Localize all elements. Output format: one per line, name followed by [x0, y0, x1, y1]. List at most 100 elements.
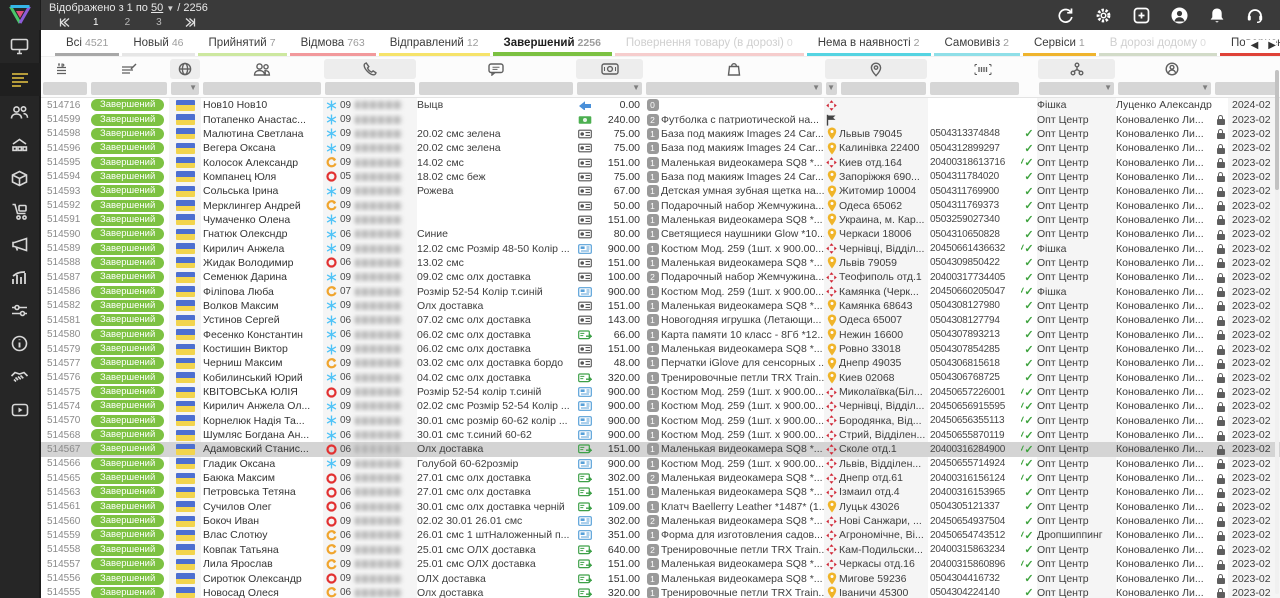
- order-row[interactable]: 514579ЗавершенийКостишин Виктор0906.02 с…: [41, 342, 1280, 356]
- add-order-button[interactable]: [1122, 0, 1160, 30]
- tab-10[interactable]: Сервіси1: [1023, 33, 1096, 56]
- order-row[interactable]: 514563ЗавершенийПетровська Тетяна0627.01…: [41, 485, 1280, 499]
- sidebar-item-info[interactable]: [0, 327, 40, 360]
- payment-filter-select[interactable]: ▼: [577, 82, 642, 95]
- order-row[interactable]: 514570ЗавершенийКорнелюк Надія Та...0930…: [41, 414, 1280, 428]
- id-column-header[interactable]: [42, 59, 88, 79]
- order-row[interactable]: 514557ЗавершенийЛила Ярослав0925.01 смс …: [41, 557, 1280, 571]
- type-column-header[interactable]: [1038, 59, 1115, 79]
- scrollbar-thumb[interactable]: [1275, 70, 1279, 190]
- phone-filter-input[interactable]: [325, 82, 415, 95]
- type-filter-select[interactable]: ▼: [1039, 82, 1114, 95]
- sidebar-item-procurement[interactable]: [0, 195, 40, 228]
- tab-8[interactable]: Нема в наявності2: [807, 33, 931, 56]
- sidebar-item-orders[interactable]: [0, 63, 40, 96]
- customer-column-header[interactable]: [202, 59, 322, 79]
- tab-9[interactable]: Самовивіз2: [934, 33, 1020, 56]
- order-row[interactable]: 514581ЗавершенийУстинов Сергей0607.02 см…: [41, 313, 1280, 327]
- order-row[interactable]: 514561ЗавершенийСучилов Олег0630.01 смс …: [41, 500, 1280, 514]
- tab-2[interactable]: Новый46: [122, 33, 194, 56]
- order-row[interactable]: 514716ЗавершенийНов10 Нов1009Выцв0.000Фі…: [41, 98, 1280, 112]
- order-row[interactable]: 514575ЗавершенийКВІТОВСЬКА ЮЛІЯ09Розмір …: [41, 385, 1280, 399]
- support-button[interactable]: [1236, 0, 1274, 30]
- order-row[interactable]: 514556ЗавершенийСиротюк Олександр09ОЛХ д…: [41, 571, 1280, 585]
- order-row[interactable]: 514595ЗавершенийКолосок Александр0914.02…: [41, 155, 1280, 169]
- sidebar-item-products[interactable]: [0, 162, 40, 195]
- sidebar-item-settings[interactable]: [0, 294, 40, 327]
- payment-column-header[interactable]: [576, 59, 643, 79]
- refresh-button[interactable]: [1046, 0, 1084, 30]
- profile-button[interactable]: [1160, 0, 1198, 30]
- source-filter-select[interactable]: ▼: [171, 82, 199, 95]
- order-row[interactable]: 514591ЗавершенийЧумаченко Олена09151.001…: [41, 213, 1280, 227]
- order-row[interactable]: 514565ЗавершенийБаюка Максим0627.01 смс …: [41, 471, 1280, 485]
- order-row[interactable]: 514566ЗавершенийГладик Оксана09Голубой 6…: [41, 457, 1280, 471]
- per-page-dropdown[interactable]: 50: [151, 2, 163, 14]
- tab-11[interactable]: В дорозі додому0: [1099, 33, 1217, 56]
- order-row[interactable]: 514577ЗавершенийЧерниш Максим0903.02 смс…: [41, 356, 1280, 370]
- tab-3[interactable]: Прийнятий7: [198, 33, 287, 56]
- sidebar-item-marketing[interactable]: [0, 228, 40, 261]
- date-column-header[interactable]: [1229, 59, 1279, 79]
- order-row[interactable]: 514587ЗавершенийСеменюк Дарина0909.02 см…: [41, 270, 1280, 284]
- order-row[interactable]: 514599ЗавершенийПотапенко Анастас...0924…: [41, 112, 1280, 126]
- notifications-button[interactable]: [1198, 0, 1236, 30]
- customer-filter-input[interactable]: [203, 82, 321, 95]
- manager-filter-select[interactable]: ▼: [1118, 82, 1211, 95]
- order-row[interactable]: 514598ЗавершенийМалютина Светлана0920.02…: [41, 127, 1280, 141]
- order-row[interactable]: 514594ЗавершенийКомпанец Юля0518.02 смс …: [41, 170, 1280, 184]
- order-row[interactable]: 514593ЗавершенийСольська Ірина09Рожева67…: [41, 184, 1280, 198]
- tab-7[interactable]: Повернення товару (в дорозі)0: [615, 33, 804, 56]
- ttn-column-header[interactable]: [929, 59, 1036, 79]
- id-filter-input[interactable]: [43, 82, 87, 95]
- tab-4[interactable]: Відмова763: [290, 33, 376, 56]
- order-row[interactable]: 514559ЗавершенийВлас Слотюу0626.01 смс 1…: [41, 528, 1280, 542]
- order-row[interactable]: 514590ЗавершенийГнатюк Олексндр06Синие80…: [41, 227, 1280, 241]
- order-row[interactable]: 514589ЗавершенийКирилич Анжела0912.02 см…: [41, 241, 1280, 255]
- date-filter-input[interactable]: [1215, 82, 1278, 95]
- app-logo-icon[interactable]: [0, 0, 40, 30]
- order-row[interactable]: 514555ЗавершенийНовосад Олеся06Олх доста…: [41, 586, 1280, 598]
- comment-column-header[interactable]: [418, 59, 574, 79]
- sidebar-item-partners[interactable]: [0, 360, 40, 393]
- manager-column-header[interactable]: [1117, 59, 1227, 79]
- last-page-button[interactable]: [175, 18, 206, 27]
- order-row[interactable]: 514568ЗавершенийШумляс Богдана Ан...0630…: [41, 428, 1280, 442]
- sidebar-item-clients[interactable]: [0, 96, 40, 129]
- tab-6[interactable]: Завершений2256: [493, 33, 612, 56]
- delivery-filter-select[interactable]: ▼: [826, 82, 837, 95]
- product-column-header[interactable]: [645, 59, 823, 79]
- comment-filter-input[interactable]: [419, 82, 573, 95]
- sidebar-item-franchise[interactable]: [0, 129, 40, 162]
- sidebar-item-statistics[interactable]: [0, 261, 40, 294]
- tabs-scroll-right-icon[interactable]: ▶: [1268, 40, 1276, 51]
- sidebar-item-dashboard[interactable]: [0, 30, 40, 63]
- page-3[interactable]: 3: [143, 17, 175, 28]
- location-column-header[interactable]: [825, 59, 927, 79]
- order-row[interactable]: 514592ЗавершенийМерклингер Андрей0950.00…: [41, 198, 1280, 212]
- order-row[interactable]: 514574ЗавершенийКирилич Анжела Ол...0902…: [41, 399, 1280, 413]
- first-page-button[interactable]: [49, 18, 80, 27]
- sidebar-item-tutorials[interactable]: [0, 393, 40, 426]
- ttn-filter-input[interactable]: [930, 82, 1019, 95]
- order-row[interactable]: 514560ЗавершенийБокоч Иван0902.02 30.01 …: [41, 514, 1280, 528]
- status-column-header[interactable]: [90, 59, 168, 79]
- product-filter-select[interactable]: ▼: [646, 82, 822, 95]
- source-column-header[interactable]: [170, 59, 200, 79]
- order-row[interactable]: 514558ЗавершенийКовпак Татьяна0925.01 см…: [41, 543, 1280, 557]
- phone-column-header[interactable]: [324, 59, 416, 79]
- order-row[interactable]: 514576ЗавершенийКобилинський Юрий0604.02…: [41, 371, 1280, 385]
- settings-button[interactable]: [1084, 0, 1122, 30]
- tabs-scroll-left-icon[interactable]: ◀: [1251, 40, 1259, 51]
- page-2[interactable]: 2: [112, 17, 144, 28]
- order-row[interactable]: 514582ЗавершенийВолков Максим09Олх доста…: [41, 299, 1280, 313]
- tab-5[interactable]: Відправлений12: [379, 33, 490, 56]
- order-row[interactable]: 514580ЗавершенийФесенко Константин0606.0…: [41, 328, 1280, 342]
- order-row[interactable]: 514588ЗавершенийЖидак Володимир0613.02 с…: [41, 256, 1280, 270]
- page-1[interactable]: 1: [80, 17, 112, 28]
- status-filter-input[interactable]: [91, 82, 167, 95]
- order-row[interactable]: 514567ЗавершенийАдамовский Станис...06Ол…: [41, 442, 1280, 456]
- city-filter-input[interactable]: [841, 82, 926, 95]
- order-row[interactable]: 514586ЗавершенийФіліпова Люба07Розмір 52…: [41, 284, 1280, 298]
- vertical-scrollbar[interactable]: [1275, 70, 1279, 594]
